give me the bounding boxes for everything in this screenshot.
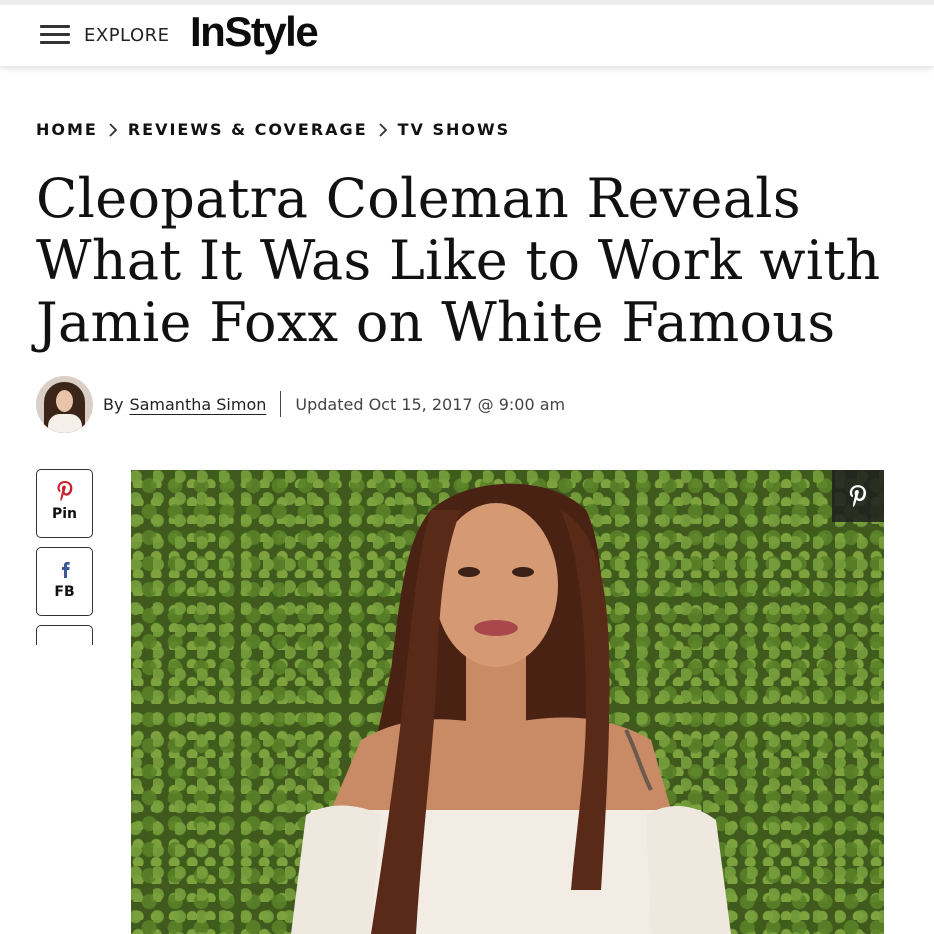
breadcrumb-tv-shows[interactable]: TV SHOWS bbox=[398, 120, 511, 139]
byline: By Samantha Simon Updated Oct 15, 2017 @… bbox=[36, 375, 565, 433]
share-facebook-button[interactable]: FB bbox=[36, 547, 93, 616]
author-avatar[interactable] bbox=[36, 375, 93, 433]
breadcrumb-reviews-coverage[interactable]: REVIEWS & COVERAGE bbox=[128, 120, 368, 139]
site-header: EXPLORE InStyle bbox=[0, 0, 934, 66]
hero-photo-illustration bbox=[291, 483, 731, 934]
share-fb-label: FB bbox=[54, 584, 75, 600]
updated-date: Updated Oct 15, 2017 @ 9:00 am bbox=[295, 394, 566, 414]
share-pin-label: Pin bbox=[51, 506, 78, 522]
chevron-right-icon bbox=[368, 122, 398, 137]
headline-line: Jamie Foxx on White Famous bbox=[36, 291, 836, 354]
pinterest-icon bbox=[37, 480, 92, 502]
hero-pin-button[interactable] bbox=[832, 470, 884, 522]
byline-divider bbox=[280, 391, 282, 417]
share-pin-button[interactable]: Pin bbox=[36, 469, 93, 538]
breadcrumb-home[interactable]: HOME bbox=[36, 120, 98, 139]
hero-image bbox=[131, 470, 884, 934]
author-link[interactable]: Samantha Simon bbox=[129, 395, 266, 414]
instyle-logo[interactable]: InStyle bbox=[190, 8, 319, 56]
hamburger-menu-icon[interactable] bbox=[40, 23, 72, 45]
share-more-button[interactable] bbox=[36, 625, 93, 645]
explore-link[interactable]: EXPLORE bbox=[84, 25, 170, 46]
by-label: By bbox=[103, 394, 124, 414]
headline-line: Cleopatra Coleman Reveals bbox=[36, 167, 801, 230]
headline-line: What It Was Like to Work with bbox=[36, 229, 881, 292]
chevron-right-icon bbox=[98, 122, 128, 137]
facebook-icon bbox=[37, 558, 92, 580]
breadcrumb: HOME REVIEWS & COVERAGE TV SHOWS bbox=[36, 120, 510, 139]
article-headline: Cleopatra Coleman Reveals What It Was Li… bbox=[36, 168, 906, 354]
